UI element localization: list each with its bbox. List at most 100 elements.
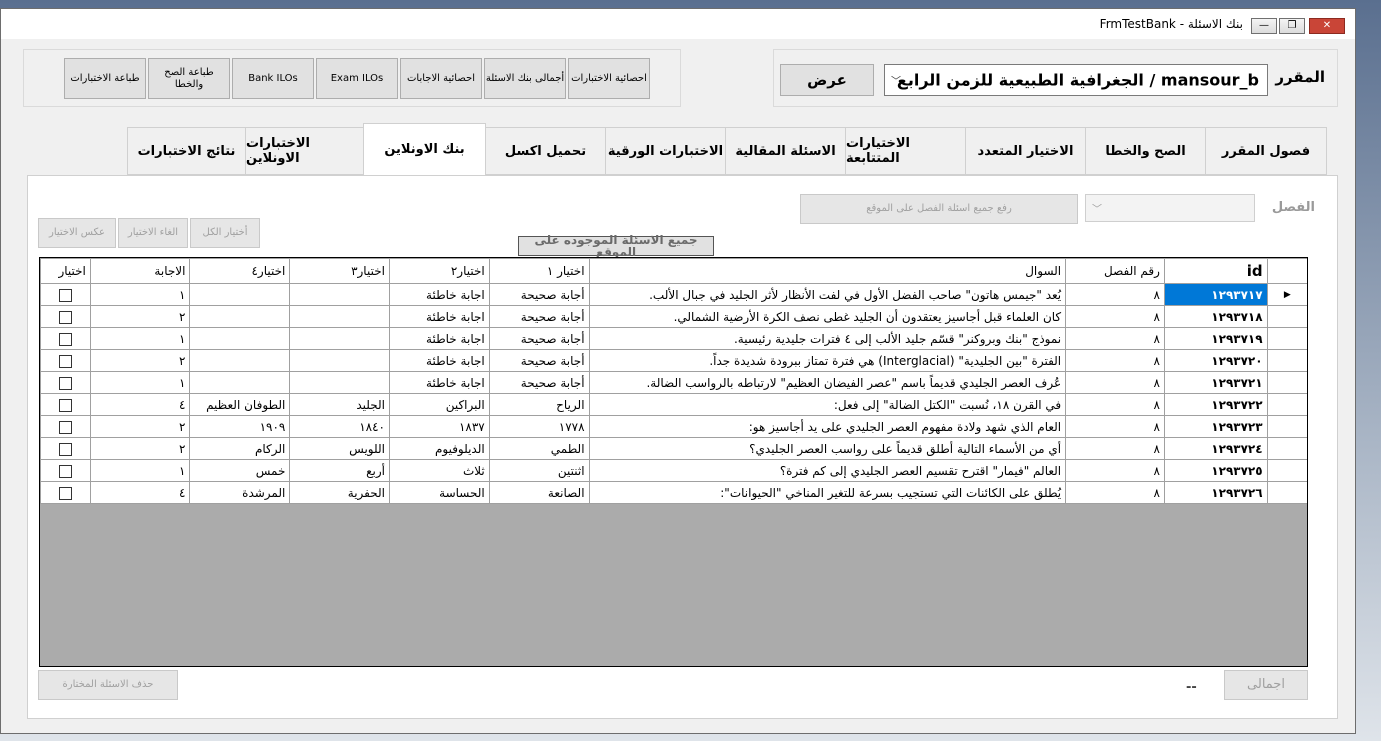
chapter-cell[interactable]: ٨ <box>1065 283 1165 306</box>
choice3-cell[interactable]: الحفرية <box>289 481 390 504</box>
row-header-cell[interactable] <box>1266 349 1307 372</box>
select-checkbox[interactable] <box>58 486 72 500</box>
id-cell[interactable]: ١٢٩٣٧٢٢ <box>1163 393 1268 416</box>
row-header-cell[interactable] <box>1266 481 1307 504</box>
choice4-cell[interactable]: الطوفان العظيم <box>189 393 291 416</box>
chapter-select[interactable]: ﹀ <box>1085 194 1255 222</box>
chapter-cell[interactable]: ٨ <box>1065 415 1165 438</box>
choice2-cell[interactable]: البراكين <box>388 393 490 416</box>
question-cell[interactable]: العام الذي شهد ولادة مفهوم العصر الجليدي… <box>588 415 1067 438</box>
select-checkbox-cell[interactable] <box>40 305 91 328</box>
tab-excel-upload[interactable]: تحميل اكسل <box>485 127 606 175</box>
answer-cell[interactable]: ١ <box>89 371 191 394</box>
choice4-cell[interactable] <box>189 349 291 372</box>
col-header-select[interactable]: اختيار <box>40 258 91 284</box>
table-row[interactable]: ١ اجابة خاطئة أجابة صحيحة نموذج "بنك وبروكن… <box>40 327 1307 350</box>
total-button[interactable]: اجمالى <box>1224 670 1308 700</box>
id-cell[interactable]: ١٢٩٣٧٢٥ <box>1163 459 1268 482</box>
select-checkbox[interactable] <box>58 398 72 412</box>
select-checkbox-cell[interactable] <box>40 415 91 438</box>
answer-cell[interactable]: ٢ <box>89 349 191 372</box>
chapter-cell[interactable]: ٨ <box>1065 437 1165 460</box>
delete-selected-button[interactable]: حذف الاسئلة المختارة <box>38 670 178 700</box>
select-checkbox[interactable] <box>58 376 72 390</box>
id-cell[interactable]: ١٢٩٣٧١٧ <box>1163 283 1268 306</box>
row-header-cell[interactable] <box>1266 459 1307 482</box>
choice1-cell[interactable]: الطمي <box>488 437 590 460</box>
choice1-cell[interactable]: الصانعة <box>488 481 590 504</box>
chapter-cell[interactable]: ٨ <box>1065 393 1165 416</box>
choice1-cell[interactable]: اثنتين <box>488 459 590 482</box>
select-checkbox-cell[interactable] <box>40 371 91 394</box>
choice1-cell[interactable]: أجابة صحيحة <box>488 371 590 394</box>
tab-multiple-choice[interactable]: الاختيار المتعدد <box>965 127 1086 175</box>
choice1-cell[interactable]: أجابة صحيحة <box>488 349 590 372</box>
show-button[interactable]: عرض <box>780 64 874 96</box>
select-checkbox-cell[interactable] <box>40 327 91 350</box>
table-row[interactable]: ١ اجابة خاطئة أجابة صحيحة عُرف العصر الجليد… <box>40 371 1307 394</box>
select-checkbox[interactable] <box>58 332 72 346</box>
choice1-cell[interactable]: أجابة صحيحة <box>488 283 590 306</box>
row-header-cell[interactable] <box>1266 327 1307 350</box>
choice3-cell[interactable] <box>289 327 390 350</box>
table-row[interactable]: ٤ المرشدة الحفرية الحساسة الصانعة يُطلق على ا… <box>40 481 1307 504</box>
table-row[interactable]: ٢ اجابة خاطئة أجابة صحيحة الفترة "بين الجلي… <box>40 349 1307 372</box>
choice4-cell[interactable]: الركام <box>189 437 291 460</box>
question-cell[interactable]: العالم "فيمار" اقترح تقسيم العصر الجليدي… <box>588 459 1067 482</box>
print-tests-button[interactable]: طباعة الاختبارات <box>64 58 146 99</box>
select-checkbox[interactable] <box>58 420 72 434</box>
row-header-cell[interactable] <box>1266 393 1307 416</box>
choice4-cell[interactable] <box>189 371 291 394</box>
question-cell[interactable]: في القرن ١٨، نُسبت "الكتل الضالة" إلى فع… <box>588 393 1067 416</box>
choice3-cell[interactable]: اللويس <box>289 437 390 460</box>
answer-cell[interactable]: ١ <box>89 459 191 482</box>
tab-essay-questions[interactable]: الاسئلة المقالية <box>725 127 846 175</box>
select-checkbox[interactable] <box>58 442 72 456</box>
row-header-cell[interactable] <box>1266 437 1307 460</box>
table-row[interactable]: ٢ اجابة خاطئة أجابة صحيحة كان العلماء قبل أ… <box>40 305 1307 328</box>
print-truefalse-button[interactable]: طباعة الصح والخطا <box>148 58 230 99</box>
invert-selection-button[interactable]: عكس الاختيار <box>38 218 116 248</box>
bank-ilos-button[interactable]: Bank ILOs <box>232 58 314 99</box>
course-select[interactable]: ﹀ الجغرافية الطبيعية للزمن الرابع / mans… <box>884 64 1268 96</box>
restore-button[interactable]: ❐ <box>1279 18 1305 34</box>
row-header-cell[interactable]: ▶ <box>1266 283 1307 306</box>
row-header-cell[interactable] <box>1266 371 1307 394</box>
id-cell[interactable]: ١٢٩٣٧٢٠ <box>1163 349 1268 372</box>
close-button[interactable]: ✕ <box>1309 18 1345 34</box>
select-checkbox[interactable] <box>58 354 72 368</box>
answers-stats-button[interactable]: احصائية الاجابات <box>400 58 482 99</box>
tab-course-chapters[interactable]: فصول المقرر <box>1205 127 1327 175</box>
select-checkbox[interactable] <box>58 288 72 302</box>
col-header-question[interactable]: السوال <box>588 258 1067 284</box>
chapter-cell[interactable]: ٨ <box>1065 327 1165 350</box>
tab-test-results[interactable]: نتائج الاختبارات <box>127 127 246 175</box>
chapter-cell[interactable]: ٨ <box>1065 481 1165 504</box>
choice1-cell[interactable]: أجابة صحيحة <box>488 327 590 350</box>
answer-cell[interactable]: ٤ <box>89 393 191 416</box>
id-cell[interactable]: ١٢٩٣٧١٩ <box>1163 327 1268 350</box>
col-header-choice1[interactable]: اختيار ١ <box>488 258 590 284</box>
choice4-cell[interactable]: خمس <box>189 459 291 482</box>
table-row[interactable]: ٢ الركام اللويس الديلوفيوم الطمي أي من الأسما… <box>40 437 1307 460</box>
answer-cell[interactable]: ٢ <box>89 437 191 460</box>
choice4-cell[interactable]: المرشدة <box>189 481 291 504</box>
choice2-cell[interactable]: اجابة خاطئة <box>388 283 490 306</box>
question-cell[interactable]: يُطلق على الكائنات التي تستجيب بسرعة للت… <box>588 481 1067 504</box>
answer-cell[interactable]: ١ <box>89 327 191 350</box>
choice4-cell[interactable] <box>189 327 291 350</box>
answer-cell[interactable]: ٢ <box>89 415 191 438</box>
answer-cell[interactable]: ٢ <box>89 305 191 328</box>
row-header-cell[interactable] <box>1266 305 1307 328</box>
table-row[interactable]: ٢ ١٩٠٩ ١٨٤٠ ١٨٣٧ ١٧٧٨ العام الذي شهد ولادة مف… <box>40 415 1307 438</box>
tab-paper-tests[interactable]: الاختبارات الورقية <box>605 127 726 175</box>
id-cell[interactable]: ١٢٩٣٧١٨ <box>1163 305 1268 328</box>
exam-ilos-button[interactable]: Exam ILOs <box>316 58 398 99</box>
bank-total-button[interactable]: أجمالى بنك الاسئلة <box>484 58 566 99</box>
id-cell[interactable]: ١٢٩٣٧٢١ <box>1163 371 1268 394</box>
choice1-cell[interactable]: ١٧٧٨ <box>488 415 590 438</box>
select-all-button[interactable]: أختيار الكل <box>190 218 260 248</box>
choice4-cell[interactable] <box>189 305 291 328</box>
choice3-cell[interactable] <box>289 283 390 306</box>
col-header-answer[interactable]: الاجابة <box>89 258 191 284</box>
